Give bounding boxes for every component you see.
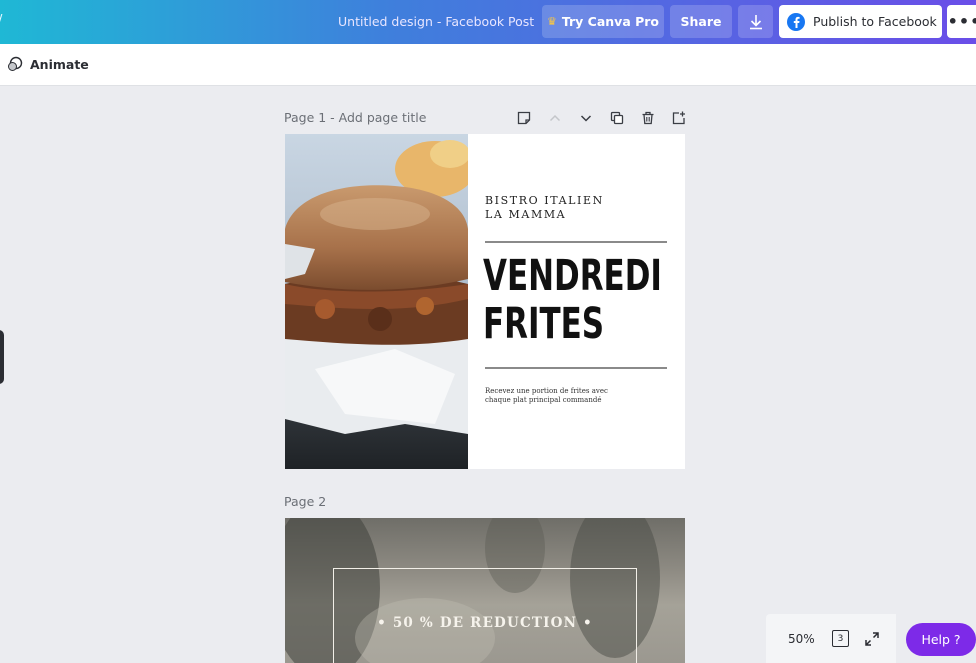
design-page-2[interactable]: • 50 % DE REDUCTION • [285, 518, 685, 663]
expand-icon [865, 632, 879, 646]
share-label: Share [680, 14, 722, 29]
header-edge-glyph: / [0, 13, 2, 28]
restaurant-name[interactable]: BISTRO ITALIEN LA MAMMA [485, 194, 604, 222]
divider-line-top[interactable] [485, 241, 667, 243]
page-2-title[interactable]: Page 2 [284, 494, 326, 509]
publish-to-facebook-label: Publish to Facebook [813, 14, 937, 29]
move-page-down-button[interactable] [570, 108, 601, 128]
move-page-up-button[interactable] [539, 108, 570, 128]
add-page-button[interactable] [663, 108, 694, 128]
restaurant-name-line-2: LA MAMMA [485, 208, 567, 221]
page-1-title[interactable]: Page 1 - Add page title [284, 110, 426, 125]
side-panel-handle[interactable] [0, 330, 4, 384]
offer-description[interactable]: Recevez une portion de frites avec chaqu… [485, 387, 625, 405]
note-icon [517, 111, 530, 125]
document-title[interactable]: Untitled design - Facebook Post [338, 14, 534, 29]
zoom-level[interactable]: 50% [788, 632, 815, 646]
burger-image [285, 134, 468, 469]
headline-line-1: VENDREDI [483, 251, 662, 301]
burger-photo[interactable] [285, 134, 468, 469]
share-button[interactable]: Share [670, 5, 732, 38]
editor-header: / Untitled design - Facebook Post ♛ Try … [0, 0, 976, 44]
chevron-down-icon [580, 115, 591, 122]
more-options-label: ••• [947, 12, 976, 31]
facebook-icon [787, 12, 805, 31]
page-notes-button[interactable] [508, 108, 539, 128]
restaurant-name-line-1: BISTRO ITALIEN [485, 194, 604, 207]
help-label: Help ? [921, 632, 961, 647]
delete-page-button[interactable] [632, 108, 663, 128]
more-options-button[interactable]: ••• [947, 5, 976, 38]
trash-icon [642, 111, 653, 125]
animate-icon [8, 56, 23, 71]
download-icon [749, 14, 762, 29]
duplicate-icon [610, 111, 623, 125]
headline-text[interactable]: VENDREDI FRITES [483, 252, 662, 348]
editor-toolbar: Animate [0, 44, 976, 86]
promo-text[interactable]: • 50 % DE REDUCTION • [285, 615, 685, 631]
design-page-1[interactable]: BISTRO ITALIEN LA MAMMA VENDREDI FRITES … [285, 134, 685, 469]
try-canva-pro-button[interactable]: ♛ Try Canva Pro [542, 5, 664, 38]
headline-line-2: FRITES [483, 299, 605, 349]
duplicate-page-button[interactable] [601, 108, 632, 128]
try-canva-pro-label: Try Canva Pro [561, 14, 660, 29]
animate-label: Animate [30, 57, 89, 72]
publish-to-facebook-button[interactable]: Publish to Facebook [779, 5, 942, 38]
chevron-up-icon [549, 114, 560, 122]
page-toolbar [508, 108, 694, 128]
help-button[interactable]: Help ? [906, 623, 976, 656]
page-count-button[interactable]: 3 [832, 630, 849, 647]
crown-icon: ♛ [546, 15, 557, 28]
download-button[interactable] [738, 5, 773, 38]
add-page-icon [672, 111, 685, 125]
fullscreen-button[interactable] [864, 631, 880, 651]
animate-button[interactable]: Animate [6, 56, 89, 73]
divider-line-bottom[interactable] [485, 367, 667, 369]
